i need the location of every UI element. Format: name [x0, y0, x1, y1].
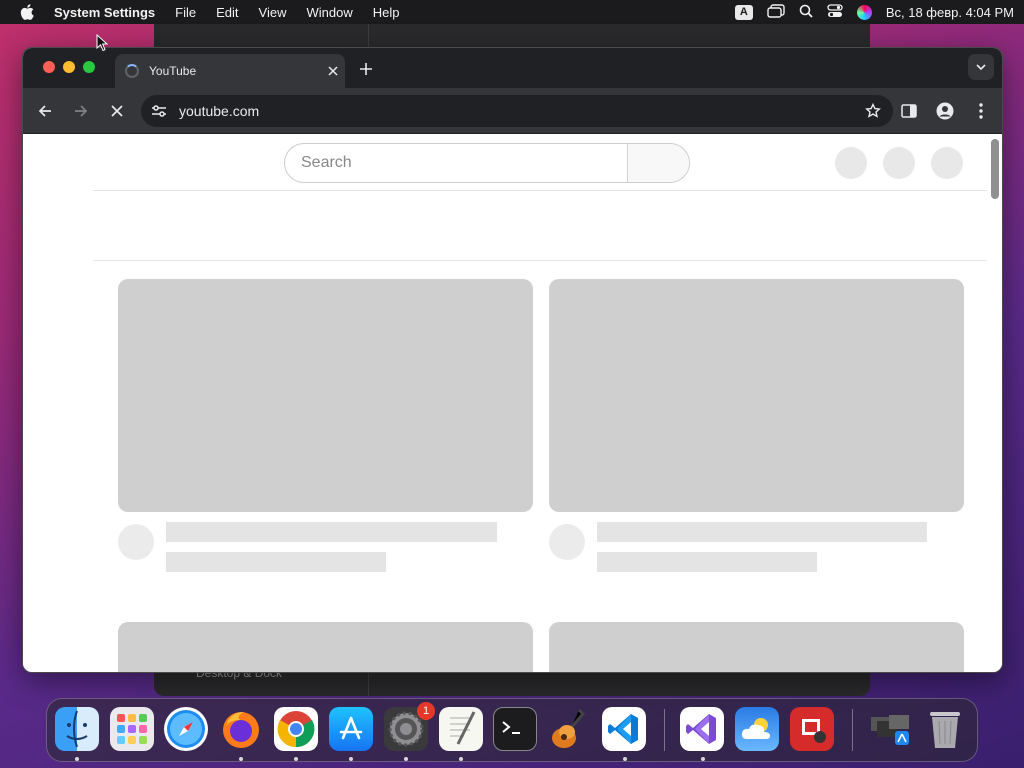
video-thumbnail-skeleton: [549, 279, 964, 512]
dock: 1: [46, 698, 978, 762]
forward-button[interactable]: [69, 99, 93, 123]
visual-studio-icon[interactable]: [680, 707, 724, 751]
skeleton-notifications-icon: [883, 147, 915, 179]
menu-edit[interactable]: Edit: [206, 5, 248, 20]
running-indicator: [75, 757, 79, 761]
spotlight-search-icon[interactable]: [799, 4, 813, 21]
app-store-icon[interactable]: [329, 707, 373, 751]
running-indicator: [459, 757, 463, 761]
back-button[interactable]: [33, 99, 57, 123]
profile-avatar-icon[interactable]: [933, 99, 957, 123]
tab-close-icon[interactable]: [321, 66, 345, 76]
video-thumbnail-skeleton: [118, 622, 533, 672]
weather-icon[interactable]: [735, 707, 779, 751]
firefox-icon[interactable]: [219, 707, 263, 751]
address-bar[interactable]: youtube.com: [141, 95, 893, 127]
siri-icon[interactable]: [856, 4, 872, 20]
menu-app-name[interactable]: System Settings: [54, 5, 165, 20]
zoom-window-button[interactable]: [83, 61, 95, 73]
channel-avatar-skeleton: [549, 524, 585, 560]
tab-search-button[interactable]: [968, 54, 994, 80]
youtube-page: [23, 135, 1002, 672]
menu-view[interactable]: View: [249, 5, 297, 20]
close-window-button[interactable]: [43, 61, 55, 73]
chrome-window: YouTube youtube.com: [22, 47, 1003, 673]
safari-icon[interactable]: [164, 707, 208, 751]
garageband-icon[interactable]: [547, 707, 591, 751]
channel-avatar-skeleton: [118, 524, 154, 560]
running-indicator: [404, 757, 408, 761]
menu-help[interactable]: Help: [363, 5, 410, 20]
youtube-search-input[interactable]: [285, 144, 627, 182]
finder-icon[interactable]: [55, 707, 99, 751]
skeleton-account-icon: [931, 147, 963, 179]
chips-divider: [93, 260, 987, 261]
vscode-icon[interactable]: [602, 707, 646, 751]
video-meta-skeleton: [166, 552, 386, 572]
running-indicator: [294, 757, 298, 761]
running-indicator: [623, 757, 627, 761]
video-title-skeleton: [166, 522, 497, 542]
control-center-icon[interactable]: [827, 3, 843, 21]
menu-file[interactable]: File: [165, 5, 206, 20]
running-indicator: [349, 757, 353, 761]
new-tab-button[interactable]: [355, 58, 377, 80]
loading-spinner-icon: [125, 64, 139, 78]
menu-window[interactable]: Window: [296, 5, 362, 20]
video-title-skeleton: [597, 522, 927, 542]
youtube-search-box[interactable]: [284, 143, 690, 183]
notification-badge: 1: [417, 702, 435, 720]
photo-booth-icon[interactable]: [790, 707, 834, 751]
browser-menu-icon[interactable]: [969, 99, 993, 123]
page-scrollbar[interactable]: [991, 139, 999, 199]
textedit-icon[interactable]: [439, 707, 483, 751]
launchpad-icon[interactable]: [110, 707, 154, 751]
mouse-cursor-icon: [96, 33, 109, 57]
terminal-icon[interactable]: [493, 707, 537, 751]
trash-icon[interactable]: [923, 707, 967, 751]
menu-clock[interactable]: Вс, 18 февр. 4:04 PM: [886, 5, 1014, 20]
minimize-window-button[interactable]: [63, 61, 75, 73]
video-thumbnail-skeleton: [118, 279, 533, 512]
header-divider: [93, 190, 987, 191]
skeleton-create-icon: [835, 147, 867, 179]
menu-bar: System Settings File Edit View Window He…: [0, 0, 1024, 24]
tab-strip: YouTube: [23, 48, 1002, 88]
running-indicator: [701, 757, 705, 761]
browser-toolbar: youtube.com: [23, 88, 1002, 134]
youtube-search-button[interactable]: [627, 144, 689, 182]
tab-youtube[interactable]: YouTube: [115, 54, 345, 88]
running-indicator: [239, 757, 243, 761]
video-meta-skeleton: [597, 552, 817, 572]
site-settings-icon[interactable]: [151, 104, 167, 118]
downloads-stack-icon[interactable]: [869, 707, 913, 751]
apple-menu-icon[interactable]: [0, 4, 54, 20]
chrome-icon[interactable]: [274, 707, 318, 751]
stage-manager-icon[interactable]: [767, 3, 785, 21]
side-panel-button[interactable]: [897, 99, 921, 123]
video-thumbnail-skeleton: [549, 622, 964, 672]
stop-loading-button[interactable]: [105, 99, 129, 123]
address-url[interactable]: youtube.com: [179, 103, 863, 119]
tab-title: YouTube: [149, 64, 197, 78]
dock-separator: [664, 709, 665, 751]
bookmark-star-icon[interactable]: [863, 103, 883, 119]
dock-separator: [852, 709, 853, 751]
input-source-indicator[interactable]: A: [734, 4, 753, 20]
